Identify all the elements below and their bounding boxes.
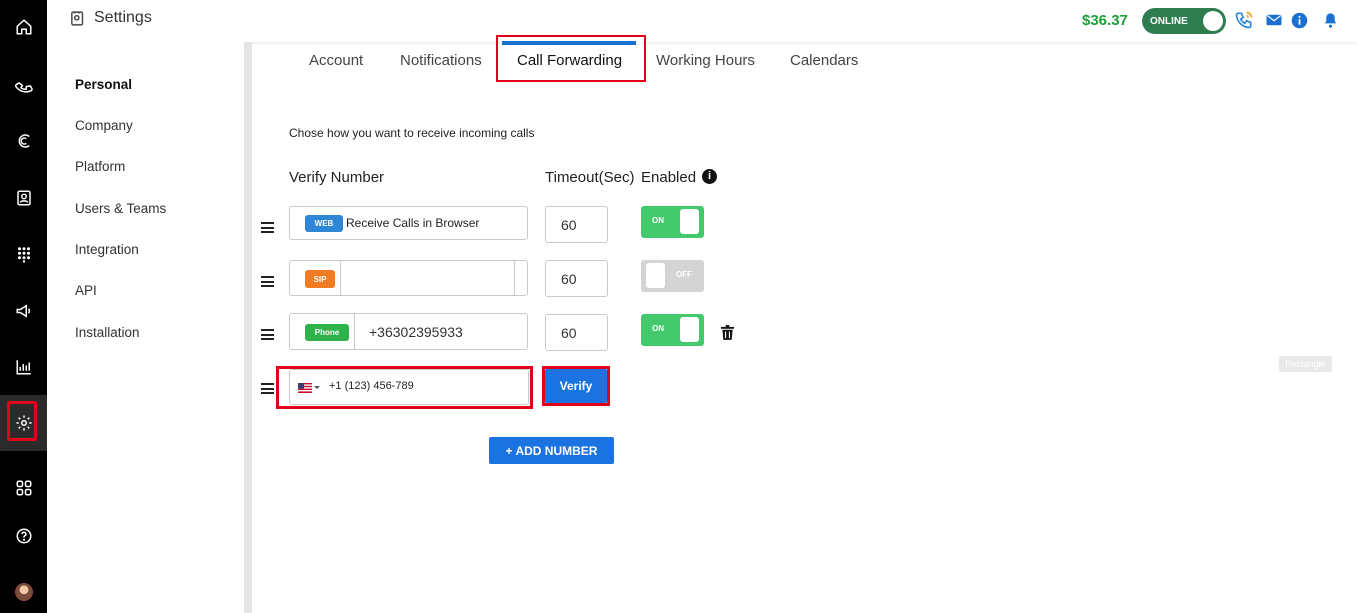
apps-icon (16, 480, 31, 496)
verify-button[interactable]: Verify (545, 369, 607, 403)
description: Chose how you want to receive incoming c… (289, 126, 535, 140)
timeout-input-phone[interactable]: 60 (545, 314, 608, 351)
dialpad-icon (17, 247, 30, 263)
header-enabled: Enabled (641, 169, 697, 186)
rail-contacts[interactable] (0, 178, 47, 218)
new-number-value: +1 (123) 456-789 (329, 380, 414, 392)
tab-working-hours[interactable]: Working Hours (656, 52, 755, 69)
timeout-input-web[interactable]: 60 (545, 206, 608, 243)
balance: $36.37 (1082, 12, 1128, 29)
toggle-knob (646, 263, 665, 288)
sidebar-item-personal[interactable]: Personal (75, 77, 132, 92)
rail-help[interactable] (0, 516, 47, 556)
mail-button[interactable] (1264, 10, 1284, 30)
home-icon (16, 19, 31, 35)
us-flag-icon[interactable] (298, 383, 312, 393)
enabled-info-icon[interactable]: i (702, 169, 717, 184)
sidebar-item-api[interactable]: API (75, 283, 97, 298)
phone-icon (14, 82, 33, 93)
online-status-label: ONLINE (1150, 15, 1188, 27)
help-icon (16, 528, 31, 544)
rail-calls[interactable] (0, 67, 47, 107)
sip-badge: SIP (305, 270, 335, 288)
settings-page-icon (71, 10, 84, 26)
page-title-text: Settings (94, 9, 152, 26)
sidebar-item-installation[interactable]: Installation (75, 325, 140, 340)
number-value-web: Receive Calls in Browser (346, 216, 480, 230)
rail-apps[interactable] (0, 468, 47, 508)
enabled-toggle-phone[interactable]: ON (641, 314, 704, 346)
rail-callback[interactable] (0, 121, 47, 161)
enabled-toggle-sip[interactable]: OFF (641, 260, 704, 292)
timeout-input-sip[interactable]: 60 (545, 260, 608, 297)
info-button[interactable] (1289, 10, 1309, 30)
tab-account[interactable]: Account (309, 52, 363, 69)
top-bar: Settings $36.37 ONLINE (47, 0, 1357, 42)
web-badge: WEB (305, 215, 343, 232)
add-number-button[interactable]: + ADD NUMBER (489, 437, 614, 464)
online-status-knob (1203, 11, 1223, 31)
phone-ring-icon (1235, 11, 1253, 29)
mail-icon (1266, 14, 1282, 26)
number-field-phone[interactable]: Phone +36302395933 (289, 313, 528, 350)
toggle-label: OFF (676, 270, 692, 279)
tab-notifications[interactable]: Notifications (400, 52, 482, 69)
tab-highlight (496, 35, 646, 82)
sidebar-item-platform[interactable]: Platform (75, 159, 125, 174)
analytics-icon (16, 360, 31, 375)
sidebar-item-users-teams[interactable]: Users & Teams (75, 201, 166, 216)
rail-analytics[interactable] (0, 347, 47, 387)
country-caret-icon (314, 386, 320, 389)
settings-sidebar: Personal Company Platform Users & Teams … (47, 42, 252, 613)
toggle-label: ON (652, 324, 664, 333)
drag-handle-icon[interactable] (261, 383, 274, 394)
sidebar-item-company[interactable]: Company (75, 118, 133, 133)
app-rail (0, 0, 47, 613)
rail-home[interactable] (0, 7, 47, 47)
info-icon (1291, 12, 1307, 28)
sip-address-input[interactable] (340, 260, 515, 296)
toggle-knob (680, 209, 699, 234)
number-field-sip[interactable]: SIP (289, 260, 528, 296)
rail-campaigns[interactable] (0, 291, 47, 331)
number-value-phone: +36302395933 (369, 324, 463, 340)
drag-handle-icon[interactable] (261, 276, 274, 287)
phone-ring-button[interactable] (1234, 10, 1254, 30)
online-status-toggle[interactable]: ONLINE (1142, 8, 1226, 34)
tab-calendars[interactable]: Calendars (790, 52, 858, 69)
rail-profile[interactable] (0, 572, 47, 612)
megaphone-icon (16, 304, 30, 318)
toggle-label: ON (652, 216, 664, 225)
callback-icon (18, 134, 30, 148)
drag-handle-icon[interactable] (261, 329, 274, 340)
sidebar-item-integration[interactable]: Integration (75, 242, 139, 257)
settings-highlight (7, 401, 37, 441)
rectangle-tag: Rectangle (1279, 356, 1332, 372)
enabled-toggle-web[interactable]: ON (641, 206, 704, 238)
page-title: Settings (69, 9, 152, 27)
trash-icon[interactable] (721, 325, 734, 340)
phone-badge: Phone (305, 324, 349, 341)
avatar (14, 583, 33, 601)
notifications-button[interactable] (1320, 10, 1340, 30)
rail-dialpad[interactable] (0, 234, 47, 274)
bell-icon (1324, 12, 1336, 28)
drag-handle-icon[interactable] (261, 222, 274, 233)
contacts-icon (16, 190, 31, 206)
number-field-web[interactable]: WEB Receive Calls in Browser (289, 206, 528, 240)
new-number-input[interactable]: +1 (123) 456-789 (289, 369, 529, 405)
field-divider (354, 313, 355, 350)
rail-settings[interactable] (0, 395, 47, 451)
header-verify-number: Verify Number (289, 169, 385, 186)
toggle-knob (680, 317, 699, 342)
header-timeout: Timeout(Sec) (545, 169, 635, 186)
